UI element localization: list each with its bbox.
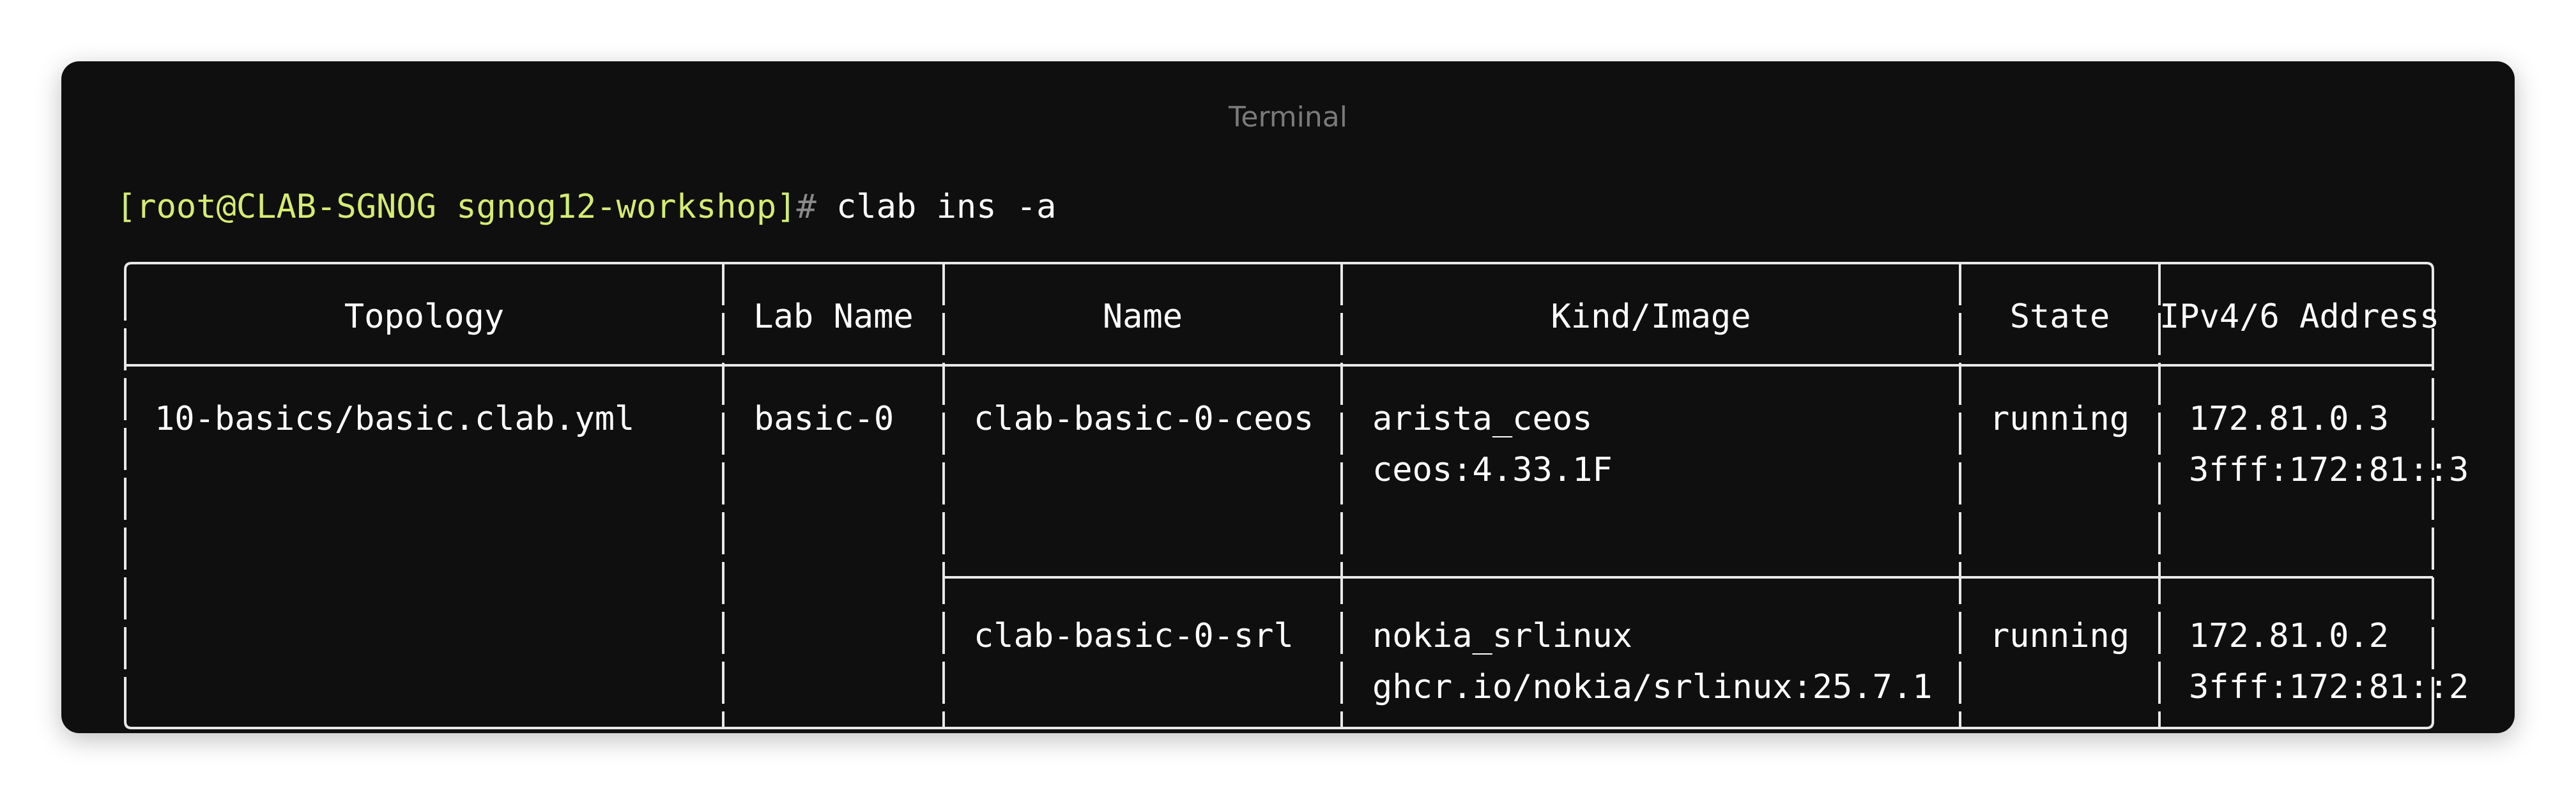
window-title: Terminal bbox=[1229, 101, 1347, 133]
row-2-state: running bbox=[1989, 617, 2130, 655]
row-1-ipv4: 172.81.0.3 bbox=[2189, 400, 2389, 438]
terminal-window: Terminal [root@CLAB-SGNOG sgnog12-worksh… bbox=[61, 61, 2515, 733]
lab-name-cell: basic-0 bbox=[754, 400, 894, 438]
row-2-ipv6: 3fff:172:81::2 bbox=[2189, 668, 2469, 706]
header-state: State bbox=[2009, 298, 2110, 336]
row-1-image: ceos:4.33.1F bbox=[1372, 451, 1613, 489]
header-name: Name bbox=[1102, 298, 1183, 336]
header-lab-name: Lab Name bbox=[753, 298, 914, 336]
header-kind-image: Kind/Image bbox=[1551, 298, 1751, 336]
command-text: clab ins -a bbox=[816, 188, 1057, 226]
header-topology: Topology bbox=[344, 298, 505, 336]
command-line[interactable]: [root@CLAB-SGNOG sgnog12-workshop]# clab… bbox=[116, 188, 1056, 226]
header-ip-address: IPv4/6 Address bbox=[2159, 298, 2440, 336]
row-1-kind: arista_ceos bbox=[1372, 400, 1593, 438]
row-2-name: clab-basic-0-srl bbox=[974, 617, 1294, 655]
row-2-image: ghcr.io/nokia/srlinux:25.7.1 bbox=[1372, 668, 1933, 706]
row-1-ipv6: 3fff:172:81::3 bbox=[2189, 451, 2469, 489]
row-1-state: running bbox=[1989, 400, 2130, 438]
row-2-ipv4: 172.81.0.2 bbox=[2189, 617, 2389, 655]
prompt-hash: # bbox=[796, 188, 816, 226]
row-1-name: clab-basic-0-ceos bbox=[974, 400, 1314, 438]
containers-table: Topology Lab Name Name Kind/Image State … bbox=[123, 261, 2469, 731]
shell-prompt: [root@CLAB-SGNOG sgnog12-workshop] bbox=[116, 188, 797, 226]
topology-cell: 10-basics/basic.clab.yml bbox=[155, 400, 635, 438]
row-2-kind: nokia_srlinux bbox=[1372, 617, 1632, 655]
